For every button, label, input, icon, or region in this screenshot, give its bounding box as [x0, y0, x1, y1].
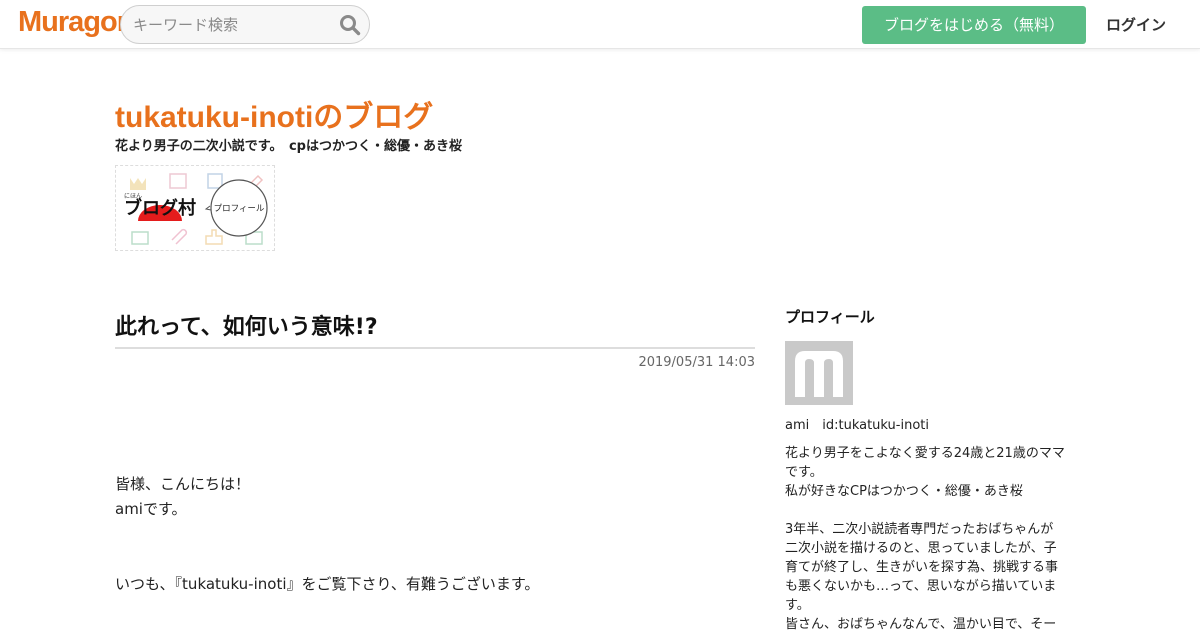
- article-line: いつも、『tukatuku-inoti』をご覧下さり、有難うございます。: [115, 575, 540, 593]
- blog-title[interactable]: tukatuku-inotiのブログ: [115, 92, 433, 136]
- bio-line: 育てが終了し、生きがいを探す為、挑戦する事: [785, 560, 1059, 575]
- search-icon[interactable]: [339, 14, 361, 36]
- bio-line: 3年半、二次小説読者専門だったおばちゃんが: [785, 522, 1054, 537]
- article-line: 皆様、こんにちは！: [115, 475, 251, 493]
- top-navigation-bar: Muragon ブログをはじめる（無料） ログイン: [0, 0, 1200, 49]
- bio-line: も悪くないかも…って、思いながら描いていま: [785, 579, 1057, 594]
- bio-line: 皆さん、おばちゃんなんで、温かい目で、そー: [785, 617, 1057, 630]
- article-line: amiです。: [115, 500, 187, 518]
- sidebar-profile: プロフィール ami id:tukatuku-inoti 花より男子をこよなく愛…: [785, 306, 1085, 630]
- bio-line: [785, 501, 1085, 520]
- avatar-letter-m-icon: [795, 351, 843, 397]
- bio-line: 花より男子をこよなく愛する24歳と21歳のママ: [785, 446, 1065, 461]
- banner-bubble-label: プロフィール: [214, 204, 265, 214]
- article-title[interactable]: 此れって、如何いう意味!?: [115, 309, 755, 349]
- profile-heading: プロフィール: [785, 308, 875, 326]
- blog-description: 花より男子の二次小説です。 cpはつかつく・総優・あき桜: [115, 139, 462, 154]
- search-input[interactable]: [133, 14, 333, 36]
- profile-bio: 花より男子をこよなく愛する24歳と21歳のママ です。 私が好きなCPはつかつく…: [785, 444, 1085, 630]
- muragon-logo[interactable]: Muragon: [18, 6, 134, 39]
- bio-line: す。: [785, 598, 810, 613]
- bio-line: 二次小説を描けるのと、思っていましたが、子: [785, 541, 1057, 556]
- blogmura-banner-graphic: にほん ブログ村 プロフィール: [124, 173, 268, 245]
- blogmura-profile-banner[interactable]: にほん ブログ村 プロフィール: [115, 165, 275, 251]
- login-link[interactable]: ログイン: [1106, 14, 1166, 35]
- start-blog-button[interactable]: ブログをはじめる（無料）: [862, 6, 1086, 44]
- article-date: 2019/05/31 14:03: [638, 355, 755, 370]
- bio-line: 私が好きなCPはつかつく・総優・あき桜: [785, 484, 1023, 499]
- banner-main-label: ブログ村: [124, 197, 196, 219]
- avatar[interactable]: [785, 341, 853, 405]
- profile-user-id[interactable]: ami id:tukatuku-inoti: [785, 414, 929, 433]
- bio-line: です。: [785, 465, 823, 480]
- search-box: [120, 5, 370, 44]
